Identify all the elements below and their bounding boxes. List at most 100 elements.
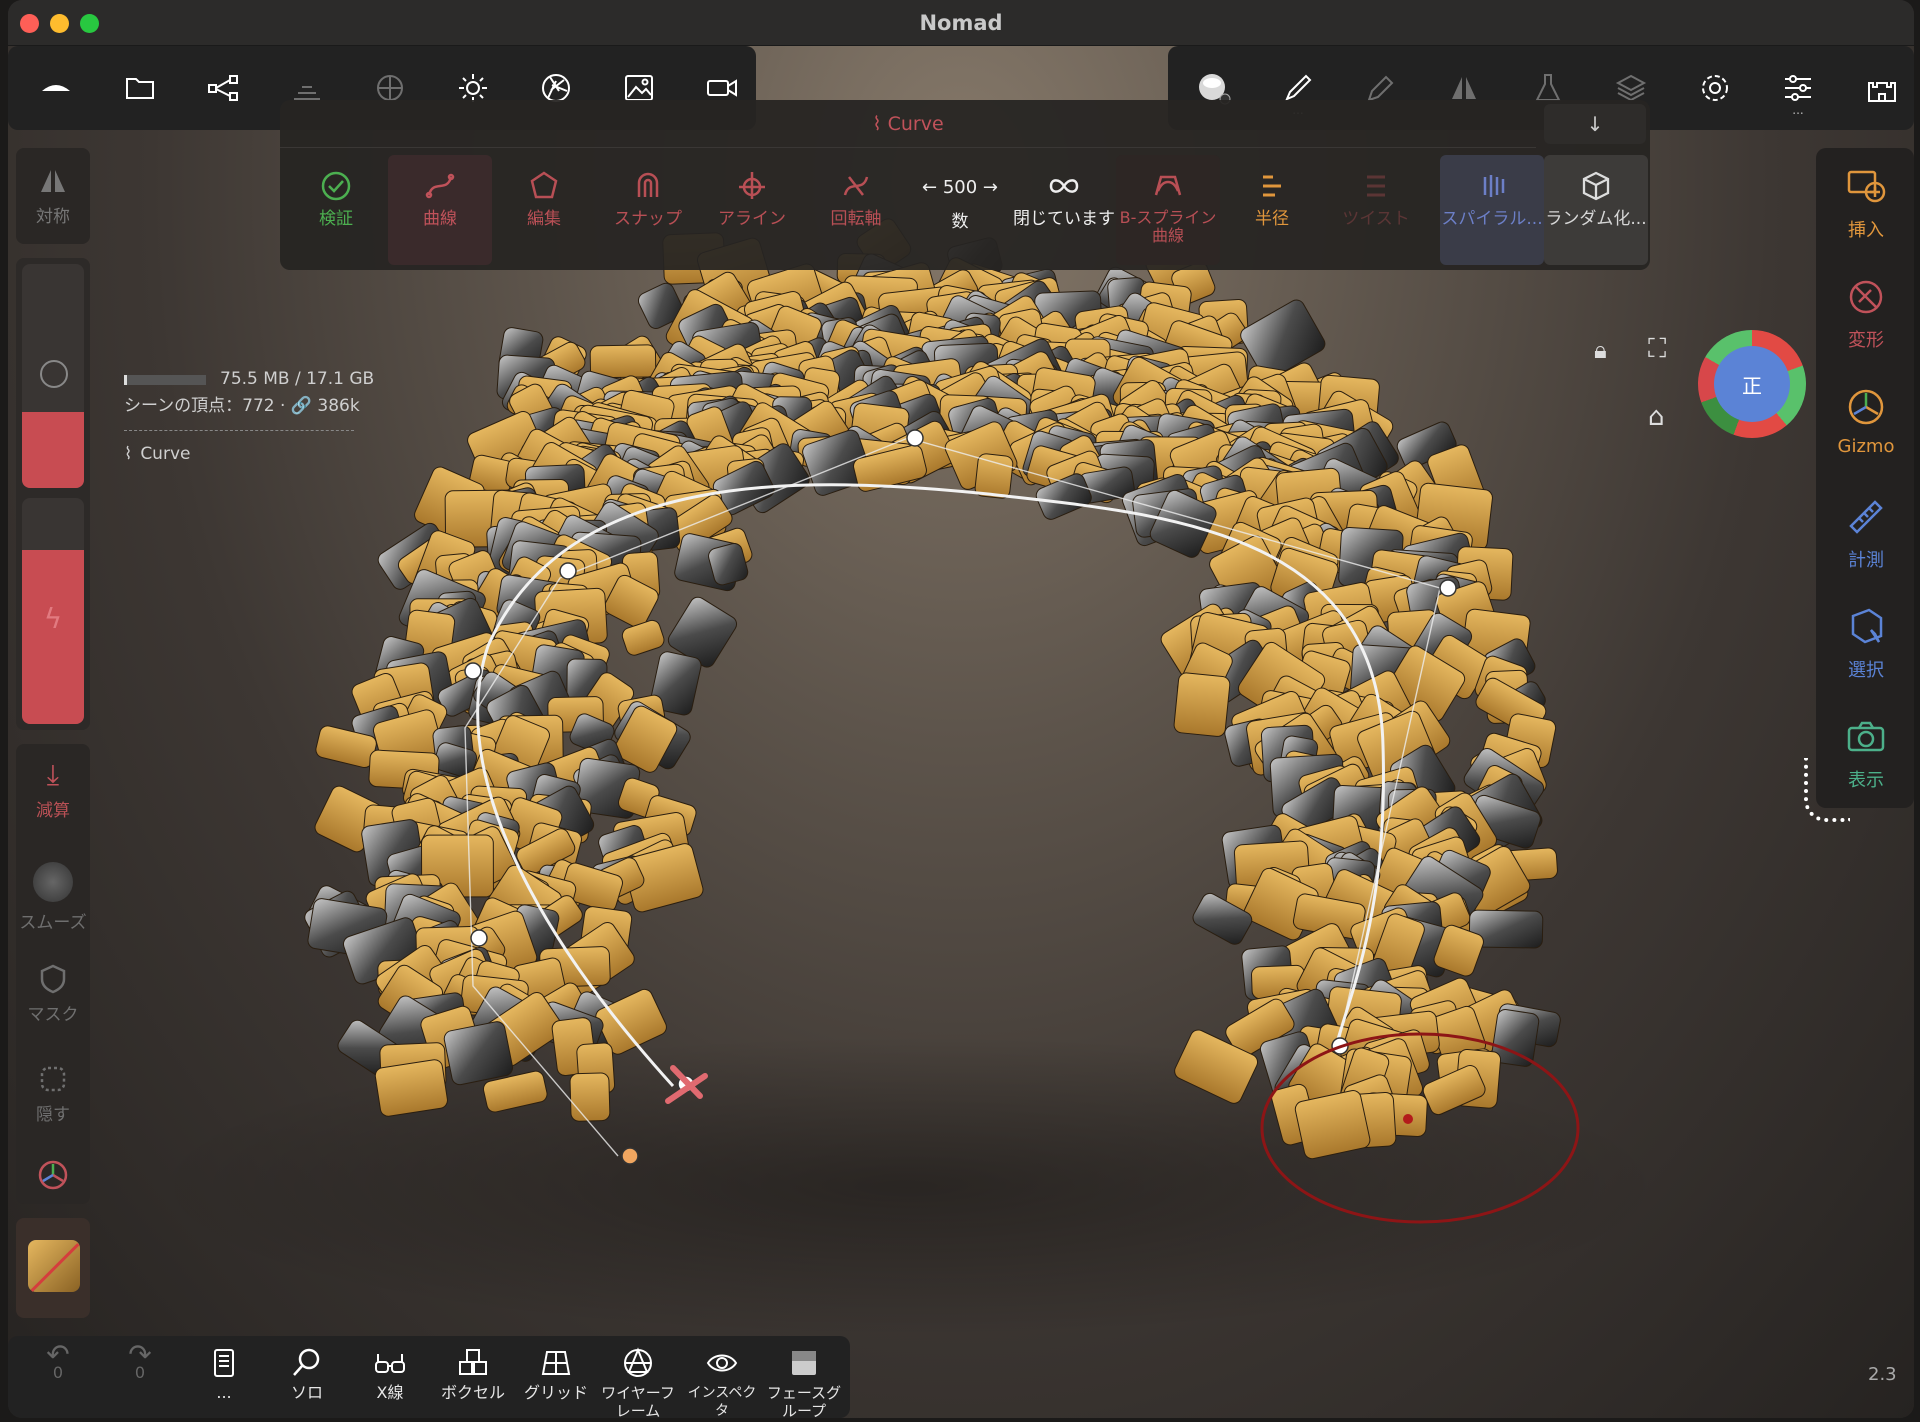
control-point[interactable] <box>464 662 482 680</box>
grid-button[interactable]: グリッド <box>516 1346 596 1402</box>
smooth-button[interactable]: スムーズ <box>16 862 90 933</box>
infinity-icon <box>1049 179 1079 193</box>
inspector-button[interactable]: インスペクタ <box>682 1346 762 1418</box>
gizmo-mode-button[interactable] <box>16 1158 90 1196</box>
transform-button[interactable]: 変形 <box>1818 276 1914 352</box>
control-point[interactable] <box>559 562 577 580</box>
gear-icon <box>1702 75 1728 101</box>
snap-button[interactable]: スナップ <box>596 155 700 265</box>
randomize-button[interactable]: ランダム化... <box>1544 155 1648 265</box>
grid-icon <box>541 1351 571 1375</box>
solo-button[interactable]: ソロ <box>267 1346 347 1402</box>
scene-icon <box>42 85 70 91</box>
brush-sliders: ϟ <box>16 258 90 730</box>
orientation-face-front[interactable]: 正 <box>1714 346 1790 422</box>
panel-handle[interactable] <box>1804 758 1850 822</box>
ruler-icon <box>1849 500 1883 534</box>
vertex-count: シーンの頂点：772 · 🔗 386k <box>124 396 360 416</box>
block <box>443 1021 514 1086</box>
radius-icon <box>1263 175 1281 197</box>
curve-panel-header: ⌇ Curve <box>280 100 1536 148</box>
intensity-slider[interactable]: ϟ <box>22 498 84 724</box>
select-icon <box>1851 608 1883 644</box>
mirror-icon <box>41 170 65 192</box>
edit-shape-icon <box>530 171 558 199</box>
left-panel-tools: ⤓ 減算 スムーズ マスク 隠す <box>16 744 90 1204</box>
closed-toggle[interactable]: 閉じています <box>1012 155 1116 265</box>
voxel-button[interactable]: ボクセル <box>433 1346 513 1402</box>
transform-icon <box>1849 280 1883 314</box>
curve-icon <box>425 173 455 199</box>
sliders-icon <box>1785 75 1811 101</box>
search-icon <box>293 1348 320 1376</box>
right-panel <box>1816 148 1914 808</box>
facegroup-button[interactable]: フェースグループ <box>764 1346 844 1418</box>
memory-usage: 75.5 MB / 17.1 GB <box>220 369 375 389</box>
wireframe-button[interactable]: ワイヤーフレーム <box>598 1346 678 1418</box>
share-nodes-icon <box>208 75 238 101</box>
scene-tree-button[interactable] <box>199 64 247 112</box>
rotation-axis-button[interactable]: 回転軸 <box>804 155 908 265</box>
control-point[interactable] <box>906 429 924 447</box>
folder-icon <box>126 78 154 99</box>
select-button[interactable]: 選択 <box>1818 606 1914 682</box>
active-object-name: Curve <box>140 444 191 464</box>
align-button[interactable]: アライン <box>700 155 804 265</box>
scene-info: 75.5 MB / 17.1 GB シーンの頂点：772 · 🔗 386k ⌇ C… <box>124 366 374 468</box>
symmetry-button[interactable]: 対称 <box>16 164 90 227</box>
curve-small-icon: ⌇ <box>124 444 133 464</box>
smooth-icon <box>33 862 73 902</box>
camera-icon <box>1847 721 1885 752</box>
hide-button[interactable]: 隠す <box>16 1062 90 1125</box>
rotate-axis-icon <box>843 176 869 196</box>
radius-slider[interactable] <box>22 264 84 488</box>
count-stepper[interactable]: ← 500 → 数 <box>908 155 1012 265</box>
settings-button[interactable] <box>1691 64 1739 112</box>
spiral-button[interactable]: スパイラル... <box>1440 155 1544 265</box>
radius-slider-fill <box>22 412 84 488</box>
measure-button[interactable]: 計測 <box>1818 496 1914 572</box>
history-button[interactable]: ... <box>184 1346 264 1402</box>
curve-small-icon: ⌇ <box>872 112 882 135</box>
spiral-icon <box>1483 175 1505 197</box>
block <box>1173 672 1231 737</box>
preferences-button[interactable]: ... <box>1774 64 1822 116</box>
info-divider <box>124 430 354 431</box>
collapse-panel-button[interactable]: ↓ <box>1544 104 1646 144</box>
control-point[interactable] <box>1439 579 1457 597</box>
random-cube-icon <box>1582 171 1610 201</box>
insert-button[interactable]: 挿入 <box>1818 166 1914 242</box>
files-button[interactable] <box>116 64 164 112</box>
lock-icon[interactable]: 🔒︎ <box>1594 336 1607 364</box>
title-bar: Nomad <box>8 0 1914 46</box>
control-point[interactable] <box>470 929 488 947</box>
edit-button[interactable]: 編集 <box>492 155 596 265</box>
curve-button[interactable]: 曲線 <box>388 155 492 265</box>
material-preview-slot[interactable] <box>16 1218 90 1318</box>
mask-button[interactable]: マスク <box>16 962 90 1025</box>
redo-icon: ↷ <box>128 1338 152 1371</box>
home-icon[interactable]: ⌂ <box>1648 402 1665 432</box>
left-panel-top: 対称 <box>16 148 90 244</box>
xray-button[interactable]: X線 <box>350 1346 430 1402</box>
subtract-button[interactable]: ⤓ 減算 <box>16 758 90 821</box>
redo-button[interactable]: ↷ 0 <box>100 1338 180 1382</box>
curve-end-point[interactable] <box>621 1147 639 1165</box>
curve-tool-panel: ⌇ Curve ↓ 検証 曲線 編集 スナップ アライン 回転軸 ← 500 → 数… <box>280 100 1650 270</box>
undo-button[interactable]: ↶ 0 <box>18 1341 98 1382</box>
radius-button[interactable]: 半径 <box>1220 155 1324 265</box>
align-icon <box>739 172 765 199</box>
orientation-gizmo[interactable]: 正 <box>1698 330 1806 438</box>
memory-bar <box>124 374 206 385</box>
scene-button[interactable] <box>32 64 80 112</box>
store-button[interactable] <box>1858 64 1906 112</box>
gizmo-button[interactable]: Gizmo <box>1818 386 1914 457</box>
hide-pattern-icon <box>40 1066 66 1092</box>
validate-button[interactable]: 検証 <box>284 155 388 265</box>
bspline-toggle[interactable]: B-スプライン曲線 <box>1116 155 1220 265</box>
arrow-down-icon: ⤓ <box>46 758 60 791</box>
version-label: 2.3 <box>1868 1364 1897 1385</box>
count-value[interactable]: ← 500 → <box>908 177 1012 198</box>
twist-button[interactable]: ツイスト <box>1324 155 1428 265</box>
fullscreen-icon[interactable]: ⛶ <box>1648 334 1666 365</box>
